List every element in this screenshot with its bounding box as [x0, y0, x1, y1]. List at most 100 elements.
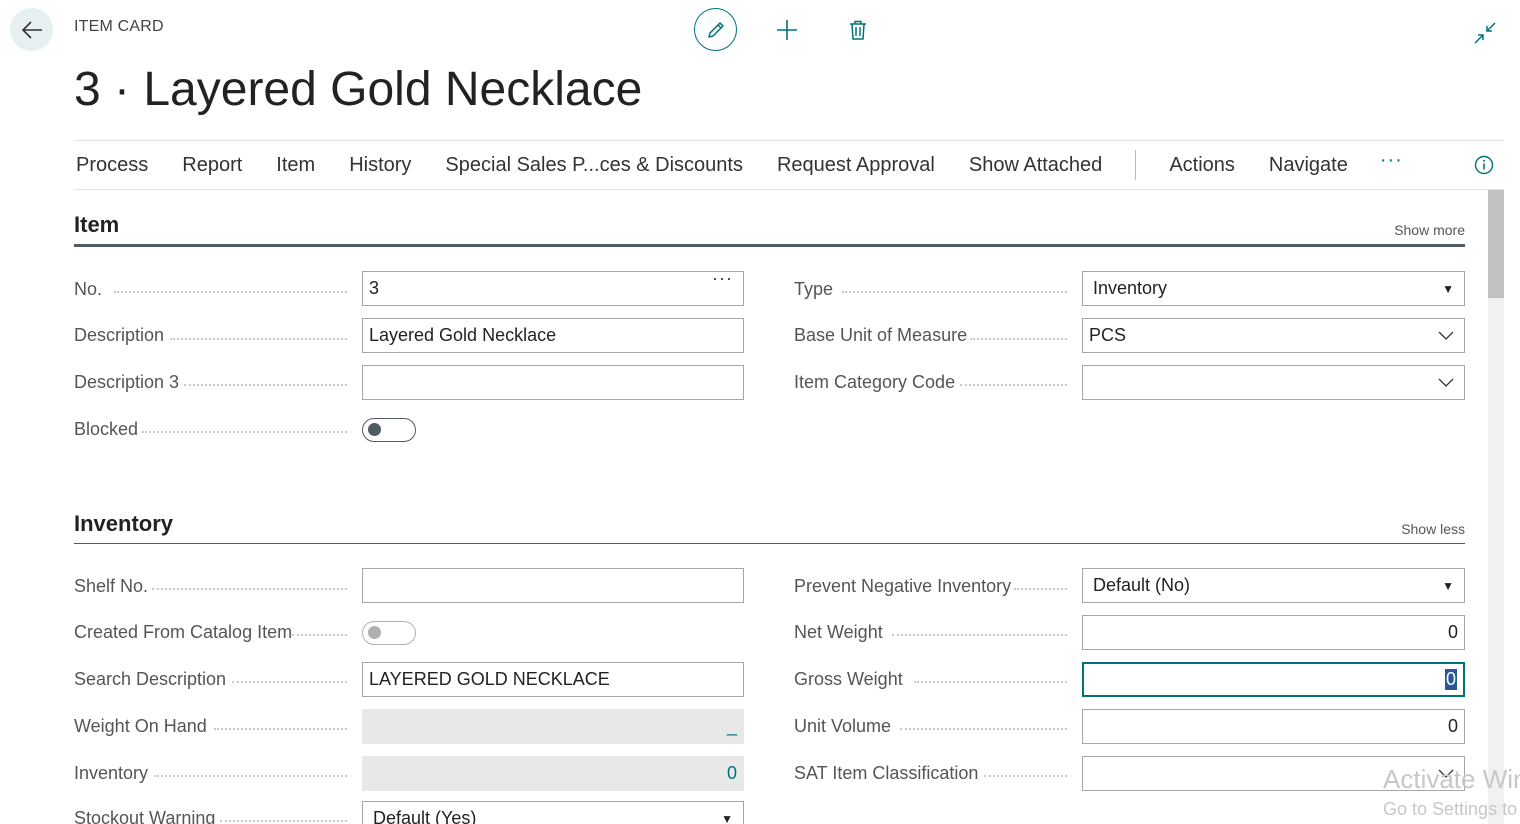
action-item[interactable]: Item	[259, 154, 332, 177]
leader-dots	[114, 291, 347, 293]
leader-dots	[292, 634, 347, 636]
leader-dots	[142, 431, 347, 433]
action-bar-separator	[1135, 150, 1137, 180]
dropdown-triangle-icon: ▼	[1442, 281, 1454, 296]
description-field[interactable]: Layered Gold Necklace	[362, 318, 744, 353]
base-uom-label: Base Unit of Measure	[794, 325, 968, 345]
stockout-warning-value: Default (Yes)	[373, 808, 477, 824]
toggle-knob	[368, 423, 381, 436]
prevent-negative-value: Default (No)	[1093, 575, 1191, 595]
prevent-negative-label: Prevent Negative Inventory	[794, 576, 1012, 596]
blocked-toggle[interactable]	[362, 418, 416, 442]
inventory-label: Inventory	[74, 763, 149, 783]
description-label: Description	[74, 325, 165, 345]
item-category-label: Item Category Code	[794, 372, 956, 392]
no-assist-button[interactable]: ···	[712, 272, 733, 289]
header-actions	[694, 8, 879, 51]
collapse-button[interactable]	[1470, 18, 1500, 48]
action-bar: Process Report Item History Special Sale…	[74, 140, 1504, 190]
description-value: Layered Gold Necklace	[369, 325, 557, 345]
dropdown-triangle-icon: ▼	[1442, 578, 1454, 593]
blocked-label: Blocked	[74, 419, 139, 439]
weight-on-hand-label: Weight On Hand	[74, 716, 207, 736]
action-show-attached[interactable]: Show Attached	[952, 154, 1119, 177]
leader-dots	[232, 681, 347, 683]
stockout-warning-select[interactable]: Default (Yes) ▼	[362, 801, 744, 824]
weight-on-hand-value: _	[726, 716, 737, 736]
type-select[interactable]: Inventory ▼	[1082, 271, 1465, 306]
type-value: Inventory	[1093, 278, 1168, 298]
inventory-value[interactable]: 0	[727, 763, 737, 784]
inventory-section-header[interactable]: Inventory Show less	[74, 510, 1465, 544]
section-title: Item	[74, 212, 120, 237]
leader-dots	[214, 728, 347, 730]
action-history[interactable]: History	[332, 154, 428, 177]
gross-weight-field[interactable]: 0	[1082, 662, 1465, 697]
pencil-icon	[707, 21, 724, 38]
dropdown-triangle-icon: ▼	[721, 811, 733, 824]
base-uom-field[interactable]: PCS	[1082, 318, 1465, 353]
no-field[interactable]: 3 ···	[362, 271, 744, 306]
action-actions[interactable]: Actions	[1152, 154, 1252, 177]
net-weight-label: Net Weight	[794, 622, 883, 642]
inventory-field[interactable]: 0	[362, 756, 744, 791]
net-weight-value: 0	[1447, 622, 1458, 642]
action-special-sales-prices[interactable]: Special Sales P...ces & Discounts	[428, 154, 760, 177]
action-process[interactable]: Process	[74, 154, 165, 177]
info-button[interactable]	[1474, 155, 1494, 180]
show-less-link[interactable]: Show less	[1401, 521, 1465, 537]
stockout-warning-label: Stockout Warning	[74, 808, 216, 824]
more-actions-button[interactable]: ···	[1365, 150, 1418, 170]
gross-weight-value: 0	[1444, 669, 1457, 690]
action-request-approval[interactable]: Request Approval	[760, 154, 952, 177]
unit-volume-field[interactable]: 0	[1082, 709, 1465, 744]
search-description-value: LAYERED GOLD NECKLACE	[369, 669, 610, 689]
watermark-line1: Activate Win	[1383, 764, 1520, 794]
plus-icon	[776, 19, 797, 40]
vertical-scrollbar[interactable]	[1488, 190, 1504, 824]
search-description-field[interactable]: LAYERED GOLD NECKLACE	[362, 662, 744, 697]
activation-watermark: Activate Win Go to Settings to	[1383, 764, 1520, 820]
leader-dots	[842, 291, 1067, 293]
item-category-field[interactable]	[1082, 365, 1465, 400]
leader-dots	[184, 384, 347, 386]
leader-dots	[154, 775, 347, 777]
new-button[interactable]	[765, 8, 808, 51]
back-button[interactable]	[10, 8, 53, 51]
shelf-no-label: Shelf No.	[74, 576, 149, 596]
leader-dots	[984, 775, 1067, 777]
description3-label: Description 3	[74, 372, 180, 392]
shelf-no-field[interactable]	[362, 568, 744, 603]
unit-volume-value: 0	[1447, 716, 1458, 736]
edit-button[interactable]	[694, 8, 737, 51]
leader-dots	[914, 681, 1067, 683]
scrollbar-thumb[interactable]	[1488, 190, 1504, 298]
chevron-down-icon[interactable]	[1438, 319, 1454, 352]
arrow-left-icon	[21, 20, 42, 39]
toggle-knob	[368, 626, 381, 639]
created-from-catalog-toggle	[362, 621, 416, 645]
leader-dots	[892, 634, 1067, 636]
net-weight-field[interactable]: 0	[1082, 615, 1465, 650]
show-more-link[interactable]: Show more	[1394, 222, 1465, 238]
chevron-down-icon[interactable]	[1438, 366, 1454, 399]
watermark-line2: Go to Settings to	[1383, 799, 1518, 819]
action-navigate[interactable]: Navigate	[1252, 154, 1365, 177]
type-label: Type	[794, 279, 834, 299]
section-title: Inventory	[74, 511, 174, 536]
item-section-header[interactable]: Item Show more	[74, 210, 1465, 247]
sat-classification-label: SAT Item Classification	[794, 763, 979, 783]
page-title: 3 · Layered Gold Necklace	[74, 63, 643, 116]
search-description-label: Search Description	[74, 669, 227, 689]
action-report[interactable]: Report	[165, 154, 259, 177]
trash-icon	[849, 20, 866, 40]
no-value: 3	[369, 278, 380, 298]
description3-field[interactable]	[362, 365, 744, 400]
delete-button[interactable]	[836, 8, 879, 51]
leader-dots	[900, 728, 1067, 730]
leader-dots	[970, 338, 1067, 340]
unit-volume-label: Unit Volume	[794, 716, 892, 736]
leader-dots	[220, 820, 347, 822]
prevent-negative-select[interactable]: Default (No) ▼	[1082, 568, 1465, 603]
leader-dots	[1014, 588, 1067, 590]
